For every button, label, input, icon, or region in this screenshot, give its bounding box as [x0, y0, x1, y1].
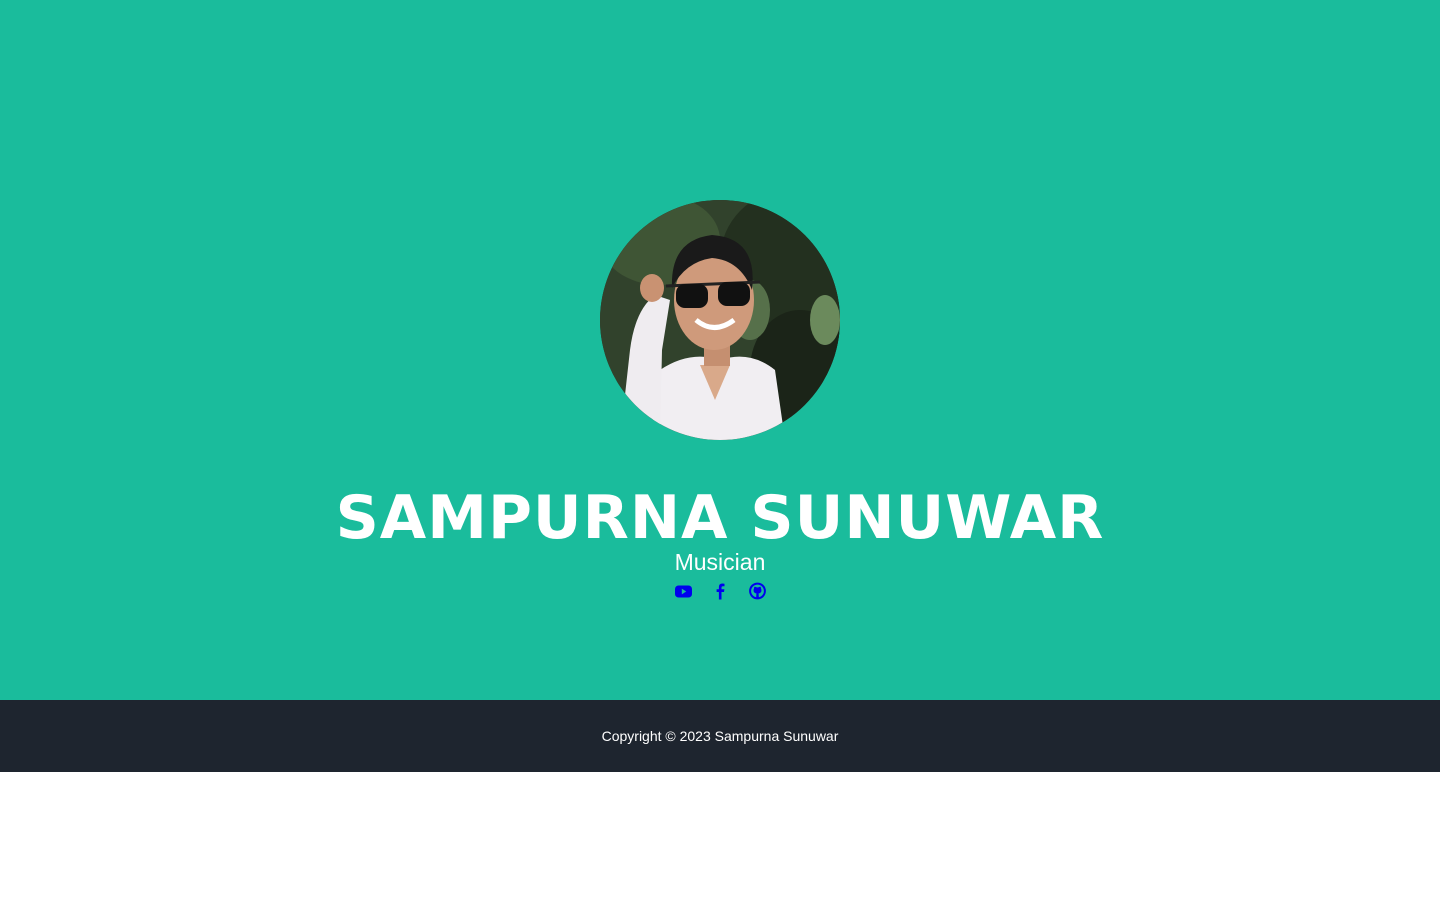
- profile-role: Musician: [674, 549, 766, 575]
- facebook-link[interactable]: [712, 582, 729, 600]
- youtube-icon: [674, 585, 692, 598]
- copyright-text: Copyright © 2023 Sampurna Sunuwar: [601, 728, 839, 744]
- profile-avatar: [600, 200, 840, 440]
- profile-photo: [600, 200, 840, 440]
- social-links: [0, 582, 1440, 602]
- hero-section: SAMPURNA SUNUWAR Musician: [0, 0, 1440, 700]
- github-icon: [748, 582, 766, 600]
- github-link[interactable]: [748, 582, 766, 600]
- youtube-link[interactable]: [674, 582, 692, 600]
- facebook-icon: [716, 583, 724, 600]
- page-footer: Copyright © 2023 Sampurna Sunuwar: [0, 700, 1440, 772]
